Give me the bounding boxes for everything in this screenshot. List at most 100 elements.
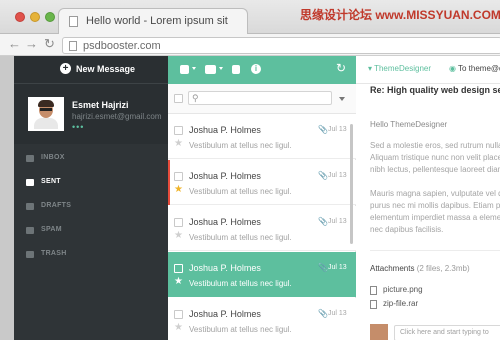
paperclip-icon: 📎 — [318, 171, 328, 180]
plus-icon: + — [60, 63, 71, 74]
page-icon — [69, 41, 77, 51]
send-icon — [26, 179, 34, 186]
chevron-down-icon[interactable] — [339, 97, 345, 101]
tab-title: Hello world - Lorem ipsum sit — [86, 15, 228, 27]
browser-titlebar: Hello world - Lorem ipsum sit 思缘设计论坛 www… — [0, 0, 500, 35]
row-checkbox[interactable] — [174, 264, 183, 273]
info-icon[interactable]: i — [251, 64, 261, 74]
sidebar-item-label: DRAFTS — [41, 202, 72, 209]
minimize-window-button[interactable] — [30, 12, 40, 22]
star-icon[interactable]: ★ — [174, 139, 183, 149]
recipient-icon: ◉ — [449, 64, 456, 73]
sidebar-item-label: SPAM — [41, 226, 62, 233]
browser-tab[interactable]: Hello world - Lorem ipsum sit — [58, 8, 248, 35]
sidebar-item-inbox[interactable]: INBOX — [14, 147, 168, 171]
from-name: ThemeDesigner — [374, 64, 432, 73]
paperclip-icon: 📎 — [318, 309, 328, 318]
row-checkbox[interactable] — [174, 310, 183, 319]
reading-pane: ▾ ThemeDesigner ◉ To theme@d Re: High qua… — [356, 56, 500, 340]
star-icon[interactable]: ★ — [174, 185, 183, 195]
row-sender: Joshua P. Holmes — [189, 171, 261, 181]
row-date: Jul 13 — [328, 218, 347, 225]
list-toolbar: i ↻ — [168, 56, 356, 84]
paperclip-icon: 📎 — [318, 263, 328, 272]
body-line: Aliquam tristique nunc non velit placer — [370, 153, 500, 162]
list-item[interactable]: ★ Joshua P. Holmes Vestibulum at tellus … — [168, 114, 356, 159]
body-line: Sed a molestie eros, sed rutrum nulla. P… — [370, 141, 500, 150]
list-item[interactable]: ★ Joshua P. Holmes Vestibulum at tellus … — [168, 252, 356, 297]
row-date: Jul 13 — [328, 310, 347, 317]
message-greeting: Hello ThemeDesigner — [370, 120, 448, 129]
from-dropdown[interactable]: ▾ ThemeDesigner — [368, 64, 431, 73]
spam-icon — [26, 227, 34, 234]
list-scrollbar[interactable] — [350, 124, 353, 244]
body-line: nec dapibus facilisis. — [370, 225, 444, 234]
forward-arrow-icon[interactable]: → — [25, 37, 38, 51]
row-snippet: Vestibulum at tellus nec ligul. — [189, 233, 292, 242]
star-icon[interactable]: ★ — [174, 277, 183, 287]
back-arrow-icon[interactable]: ← — [8, 37, 21, 51]
sidebar: + New Message Esmet Hajrizi hajrizi.esme… — [14, 56, 168, 340]
browser-toolbar: ← → ↻ psdbooster.com — [0, 34, 500, 56]
paperclip-icon: 📎 — [318, 125, 328, 134]
row-checkbox[interactable] — [174, 126, 183, 135]
file-icon — [370, 300, 377, 309]
file-name: picture.png — [383, 285, 423, 294]
trash-icon — [26, 251, 34, 258]
sidebar-item-label: INBOX — [41, 154, 65, 161]
address-bar[interactable]: psdbooster.com — [62, 37, 500, 54]
reload-icon[interactable]: ↻ — [44, 37, 55, 51]
status-dots[interactable]: ••• — [72, 122, 84, 132]
row-checkbox[interactable] — [174, 218, 183, 227]
sidebar-item-drafts[interactable]: DRAFTS — [14, 195, 168, 219]
message-header: ▾ ThemeDesigner ◉ To theme@d — [356, 56, 500, 84]
sidebar-item-sent[interactable]: SENT — [14, 171, 168, 195]
paperclip-icon: 📎 — [318, 217, 328, 226]
to-field: ◉ To theme@d — [449, 64, 500, 73]
search-input[interactable]: ⚲ — [188, 91, 332, 105]
reply-composer: Click here and start typing to — [370, 324, 500, 340]
url-text: psdbooster.com — [83, 40, 161, 52]
row-snippet: Vestibulum at tellus nec ligul. — [189, 279, 292, 288]
avatar — [370, 324, 388, 340]
refresh-icon[interactable]: ↻ — [336, 62, 346, 74]
reply-input[interactable]: Click here and start typing to — [394, 325, 500, 340]
sidebar-item-spam[interactable]: SPAM — [14, 219, 168, 243]
avatar[interactable] — [28, 97, 64, 131]
folder-icon[interactable] — [205, 65, 216, 74]
row-checkbox[interactable] — [174, 172, 183, 181]
select-all-checkbox[interactable] — [174, 94, 183, 103]
file-icon — [370, 286, 377, 295]
list-search-bar: ⚲ — [168, 84, 356, 114]
trash-icon[interactable] — [232, 65, 240, 74]
sidebar-item-label: TRASH — [41, 250, 67, 257]
watermark-text: 思缘设计论坛 www.MISSYUAN.COM — [300, 8, 500, 22]
mail-app: + New Message Esmet Hajrizi hajrizi.esme… — [14, 56, 500, 340]
sidebar-item-label: SENT — [41, 178, 61, 185]
list-item[interactable]: ★ Joshua P. Holmes Vestibulum at tellus … — [168, 298, 356, 340]
chevron-down-icon[interactable] — [219, 67, 223, 70]
body-line: elementum imperdiet massa a elemen — [370, 213, 500, 222]
row-sender: Joshua P. Holmes — [189, 125, 261, 135]
zoom-window-button[interactable] — [45, 12, 55, 22]
attachments-label: Attachments — [370, 264, 415, 273]
message-subject: Re: High quality web design servic — [370, 85, 500, 95]
star-icon[interactable]: ★ — [174, 323, 183, 333]
inbox-icon — [26, 155, 34, 162]
divider — [370, 250, 500, 251]
list-item[interactable]: ★ Joshua P. Holmes Vestibulum at tellus … — [168, 160, 356, 205]
body-line: purus nec mi mollis dapibus. Etiam p — [370, 201, 500, 210]
new-message-button[interactable]: + New Message — [14, 56, 168, 84]
row-sender: Joshua P. Holmes — [189, 217, 261, 227]
file-name: zip-file.rar — [383, 299, 419, 308]
star-icon[interactable]: ★ — [174, 231, 183, 241]
attachments-meta: (2 files, 2.3mb) — [416, 264, 470, 273]
row-date: Jul 13 — [328, 126, 347, 133]
close-window-button[interactable] — [15, 12, 25, 22]
row-sender: Joshua P. Holmes — [189, 263, 261, 273]
list-item[interactable]: ★ Joshua P. Holmes Vestibulum at tellus … — [168, 206, 356, 251]
inbox-icon[interactable] — [180, 65, 189, 74]
chevron-down-icon[interactable] — [192, 67, 196, 70]
sidebar-item-trash[interactable]: TRASH — [14, 243, 168, 267]
to-address: To theme@d — [457, 64, 500, 73]
